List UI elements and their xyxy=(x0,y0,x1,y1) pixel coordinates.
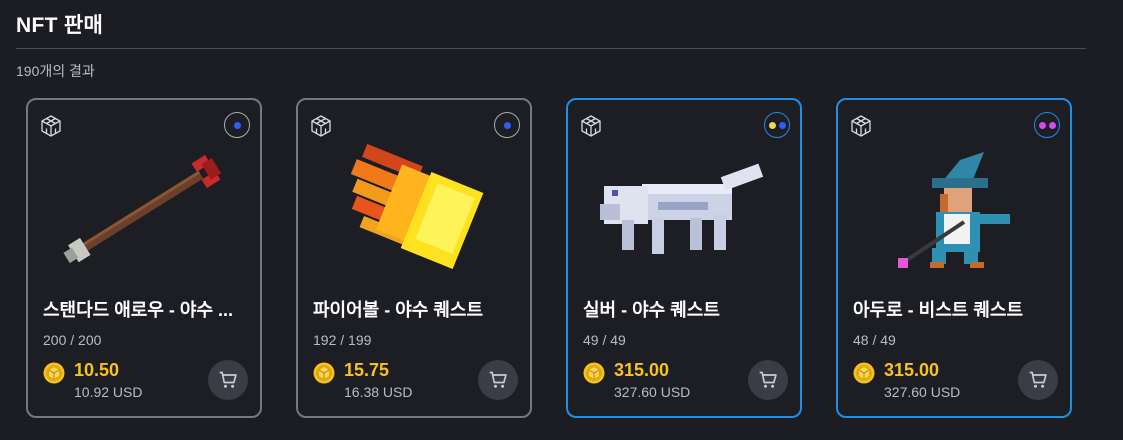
nft-price: 315.00 xyxy=(884,360,940,380)
cart-icon xyxy=(1029,371,1047,388)
nft-stock: 192 / 199 xyxy=(313,332,372,348)
chain-badge xyxy=(1034,112,1060,138)
voxel-model-icon xyxy=(581,115,601,137)
nft-name: 스탠다드 애로우 - 야수 ... xyxy=(43,300,234,320)
voxel-model-icon xyxy=(311,115,331,137)
nft-image-arrow xyxy=(63,154,222,264)
header-divider xyxy=(16,48,1086,49)
nft-price: 315.00 xyxy=(614,360,670,380)
chain-badge xyxy=(224,112,250,138)
nft-image-fireball xyxy=(350,144,484,270)
nft-stock: 49 / 49 xyxy=(583,332,626,348)
nft-card[interactable]: 파이어볼 - 야수 퀘스트 192 / 199 15.75 16.38 USD xyxy=(296,98,532,418)
nft-name: 아두로 - 비스트 퀘스트 xyxy=(853,300,1024,320)
nft-name: 파이어볼 - 야수 퀘스트 xyxy=(313,300,484,320)
chain-dot xyxy=(233,121,241,129)
coin-icon xyxy=(583,362,605,384)
nft-stock: 200 / 200 xyxy=(43,332,102,348)
nft-image-wizard xyxy=(898,152,1010,268)
chain-dot xyxy=(1038,121,1046,129)
coin-icon xyxy=(313,362,335,384)
nft-price-usd: 327.60 USD xyxy=(884,384,961,400)
nft-price-usd: 327.60 USD xyxy=(614,384,691,400)
add-to-cart-button[interactable] xyxy=(478,360,518,400)
voxel-model-icon xyxy=(851,115,871,137)
add-to-cart-button[interactable] xyxy=(1018,360,1058,400)
chain-dot xyxy=(503,121,511,129)
voxel-model-icon xyxy=(41,115,61,137)
nft-price: 15.75 xyxy=(344,360,390,380)
chain-dot xyxy=(778,121,786,129)
chain-badge xyxy=(764,112,790,138)
chain-badge xyxy=(494,112,520,138)
page-title: NFT 판매 xyxy=(16,14,104,37)
nft-price-usd: 16.38 USD xyxy=(344,384,413,400)
nft-card[interactable]: 아두로 - 비스트 퀘스트 48 / 49 315.00 327.60 USD xyxy=(836,98,1072,418)
nft-stock: 48 / 49 xyxy=(853,332,896,348)
nft-price: 10.50 xyxy=(74,360,120,380)
coin-icon xyxy=(43,362,65,384)
add-to-cart-button[interactable] xyxy=(748,360,788,400)
cart-icon xyxy=(489,371,507,388)
add-to-cart-button[interactable] xyxy=(208,360,248,400)
nft-card[interactable]: 실버 - 야수 퀘스트 49 / 49 315.00 327.60 USD xyxy=(566,98,802,418)
nft-price-usd: 10.92 USD xyxy=(74,384,143,400)
result-count: 190개의 결과 xyxy=(16,63,95,79)
nft-name: 실버 - 야수 퀘스트 xyxy=(583,300,720,320)
nft-card[interactable]: 스탠다드 애로우 - 야수 ... 200 / 200 10.50 10.92 … xyxy=(26,98,262,418)
cart-icon xyxy=(759,371,777,388)
nft-image-wolf xyxy=(600,163,764,254)
chain-dot xyxy=(1048,121,1056,129)
cart-icon xyxy=(219,371,237,388)
coin-icon xyxy=(853,362,875,384)
chain-dot xyxy=(768,121,776,129)
